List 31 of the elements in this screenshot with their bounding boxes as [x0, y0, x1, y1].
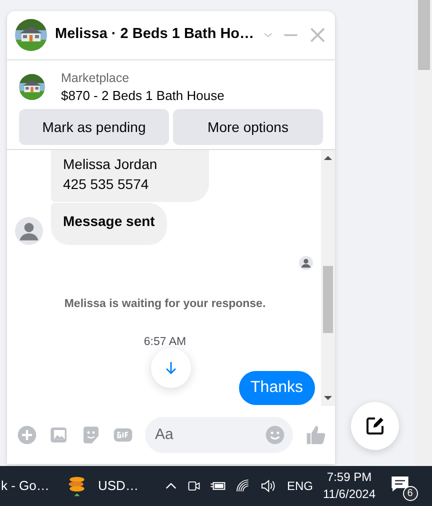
image-icon[interactable]	[49, 425, 69, 445]
listing-source: Marketplace	[61, 70, 130, 87]
message-bubble: Thanks	[238, 371, 315, 405]
sticker-icon[interactable]	[81, 425, 101, 445]
new-message-button[interactable]	[351, 402, 399, 450]
message-bubble: Melissa Jordan 425 535 5574	[51, 150, 210, 202]
speaker-icon[interactable]	[260, 478, 276, 494]
taskbar-app[interactable]: USD…	[66, 466, 162, 506]
notification-count: 6	[402, 486, 418, 501]
language-indicator[interactable]: ENG	[287, 477, 314, 495]
edit-icon	[365, 416, 385, 436]
seen-avatar-icon	[299, 256, 313, 270]
emoji-icon[interactable]	[265, 425, 285, 445]
avatar-icon	[15, 217, 43, 245]
notifications-button[interactable]: 6	[390, 473, 416, 499]
wifi-icon[interactable]	[235, 478, 251, 494]
status-notice: Melissa is waiting for your response.	[64, 298, 266, 310]
message-timestamp: 6:57 AM	[144, 336, 186, 348]
thumbs-up-icon[interactable]	[305, 424, 327, 446]
taskbar-app[interactable]: k - Go…	[0, 466, 66, 506]
page-scrollbar[interactable]	[415, 0, 432, 466]
message-bubble: Message sent	[51, 203, 167, 245]
chat-title[interactable]: Melissa · 2 Beds 1 Bath Ho…	[55, 24, 254, 46]
plus-icon[interactable]	[17, 425, 37, 445]
taskbar-clock[interactable]: 7:59 PM 11/6/2024	[323, 469, 376, 503]
action-button[interactable]: More options	[173, 109, 323, 145]
scroll-down-button[interactable]	[151, 348, 191, 388]
message-input[interactable]: Aa	[145, 417, 293, 453]
listing-title[interactable]: $870 - 2 Beds 1 Bath House	[61, 87, 224, 105]
chat-scrollbar[interactable]	[321, 150, 335, 406]
action-button[interactable]: Mark as pending	[19, 109, 169, 145]
